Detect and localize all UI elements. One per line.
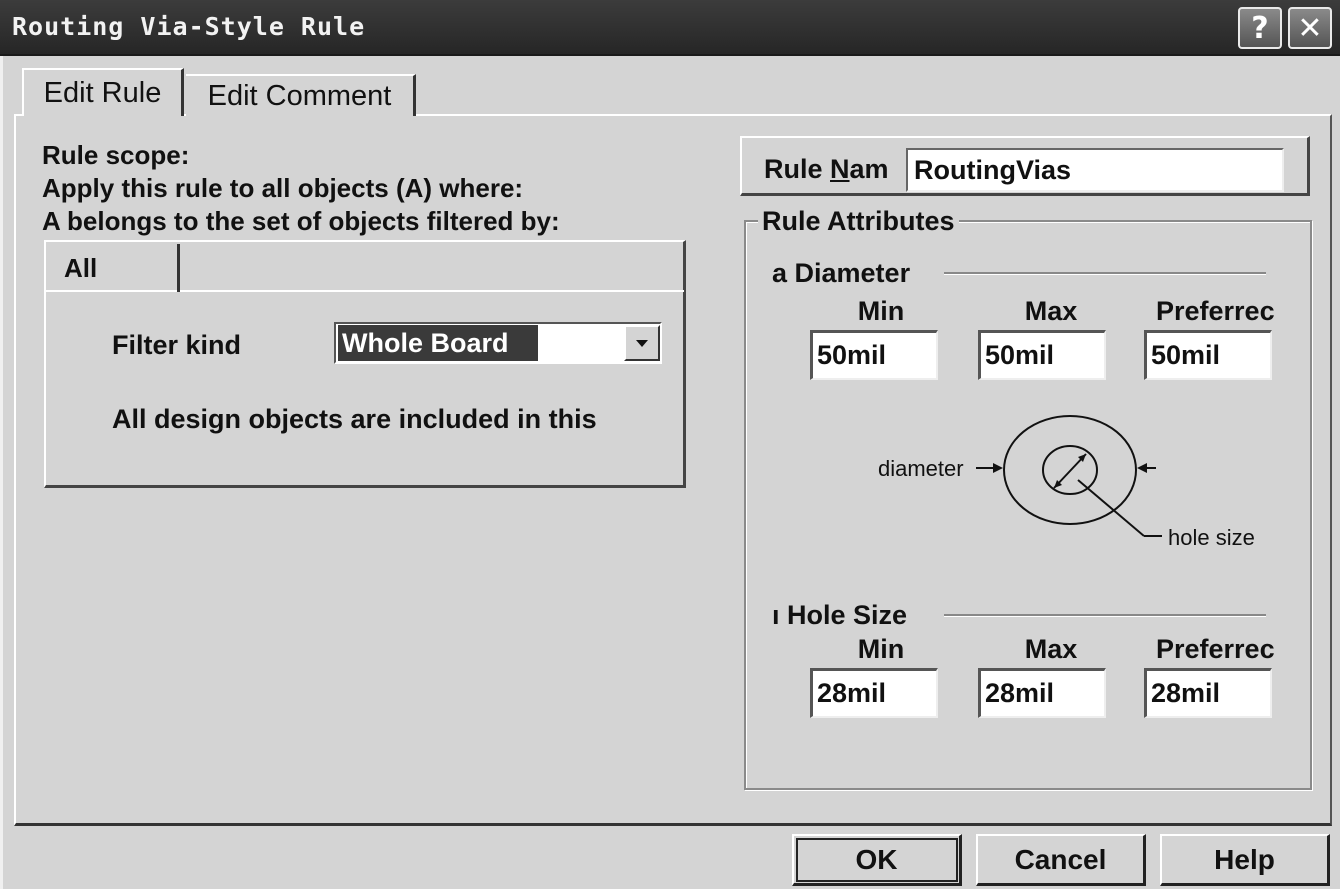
hole-size-group-title: ı Hole Size xyxy=(772,600,914,631)
rule-name-label-mnemonic: N xyxy=(830,154,850,184)
filter-description: All design objects are included in this xyxy=(112,404,597,434)
filter-kind-value[interactable]: Whole Board xyxy=(338,325,538,361)
diameter-preferred-input[interactable]: 50mil xyxy=(1144,330,1272,380)
hole-size-preferred-header: Preferrec xyxy=(1156,634,1275,664)
rule-name-label: Rule Nam xyxy=(764,154,889,185)
help-button[interactable]: Help xyxy=(1160,834,1330,886)
diameter-min-input[interactable]: 50mil xyxy=(810,330,938,380)
filter-tab-all[interactable]: All xyxy=(48,244,180,292)
hole-size-divider xyxy=(944,614,1266,617)
tab-edit-rule[interactable]: Edit Rule xyxy=(22,68,184,116)
rule-scope-apply-text: Apply this rule to all objects (A) where… xyxy=(42,173,524,203)
diameter-divider xyxy=(944,272,1266,275)
diameter-min-header: Min xyxy=(857,296,905,326)
help-icon[interactable]: ? xyxy=(1238,7,1282,49)
hole-size-max-input[interactable]: 28mil xyxy=(978,668,1106,718)
ok-button[interactable]: OK xyxy=(792,834,962,886)
close-icon[interactable]: ✕ xyxy=(1288,7,1332,49)
diagram-diameter-label: diameter xyxy=(878,456,964,481)
diagram-hole-size-label: hole size xyxy=(1168,525,1255,550)
rule-name-input[interactable]: RoutingVias xyxy=(906,148,1284,192)
hole-size-min-header: Min xyxy=(857,634,905,664)
hole-size-max-header: Max xyxy=(1024,634,1078,664)
rule-attributes-title: Rule Attributes xyxy=(758,206,959,237)
diameter-max-header: Max xyxy=(1024,296,1078,326)
rule-scope-heading: Rule scope: xyxy=(42,140,190,170)
chevron-down-icon[interactable] xyxy=(624,325,660,361)
rule-name-label-prefix: Rule xyxy=(764,154,831,184)
tab-edit-comment[interactable]: Edit Comment xyxy=(186,74,416,116)
diameter-group-title: a Diameter xyxy=(772,258,917,289)
cancel-button[interactable]: Cancel xyxy=(976,834,1146,886)
diameter-max-input[interactable]: 50mil xyxy=(978,330,1106,380)
hole-size-min-input[interactable]: 28mil xyxy=(810,668,938,718)
window-title: Routing Via-Style Rule xyxy=(12,12,366,41)
diameter-preferred-header: Preferrec xyxy=(1156,296,1275,326)
hole-size-preferred-input[interactable]: 28mil xyxy=(1144,668,1272,718)
rule-scope-filter-text: A belongs to the set of objects filtered… xyxy=(42,206,560,236)
rule-name-label-suffix: am xyxy=(849,154,889,184)
filter-kind-label: Filter kind xyxy=(112,330,242,360)
